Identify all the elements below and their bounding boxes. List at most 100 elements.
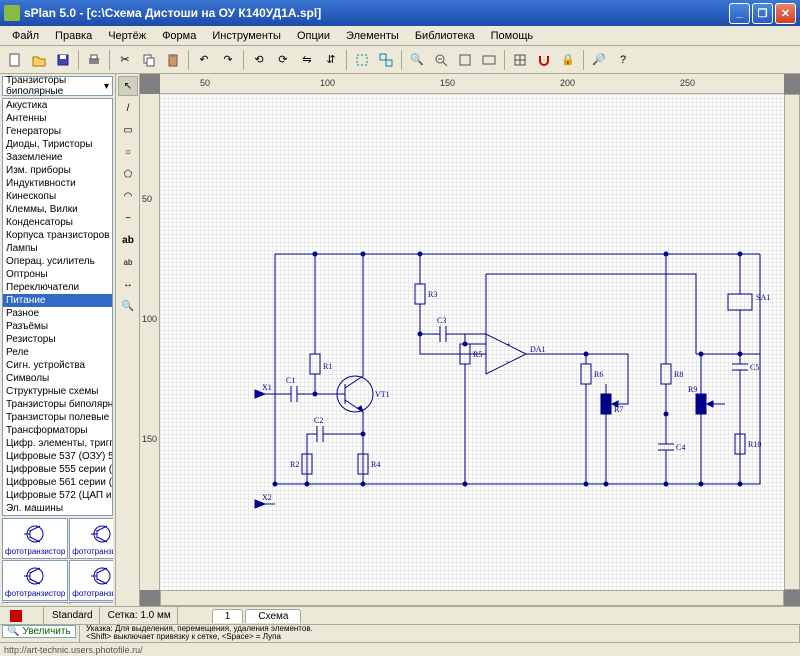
tool-zoom[interactable]: 🔍 xyxy=(118,296,138,316)
category-item[interactable]: Индуктивности xyxy=(3,177,112,190)
copy-button[interactable] xyxy=(138,49,160,71)
category-item[interactable]: Антенны xyxy=(3,112,112,125)
menu-tools[interactable]: Инструменты xyxy=(204,28,289,44)
paste-button[interactable] xyxy=(162,49,184,71)
component-label: фототранзистор xyxy=(5,547,65,556)
tool-polygon[interactable]: ⬠ xyxy=(118,164,138,184)
magnet-button[interactable] xyxy=(533,49,555,71)
menu-shape[interactable]: Форма xyxy=(154,28,204,44)
tool-curve[interactable]: ~ xyxy=(118,208,138,228)
print-button[interactable] xyxy=(83,49,105,71)
page-tab-1[interactable]: 1 xyxy=(212,609,244,623)
tool-text[interactable]: ab xyxy=(118,230,138,250)
tool-arc[interactable]: ◠ xyxy=(118,186,138,206)
chevron-down-icon: ▾ xyxy=(104,81,109,92)
tool-line[interactable]: / xyxy=(118,98,138,118)
scrollbar-vertical[interactable] xyxy=(784,94,800,590)
category-item[interactable]: Заземление xyxy=(3,151,112,164)
undo-button[interactable]: ↶ xyxy=(193,49,215,71)
component-cell[interactable]: переходный транзистор xyxy=(69,602,113,604)
category-item[interactable]: Разное xyxy=(3,307,112,320)
menu-options[interactable]: Опции xyxy=(289,28,338,44)
component-cell[interactable]: фототранзистор xyxy=(69,518,113,559)
canvas[interactable]: X1 C1 R1 VT1 C2 R2 xyxy=(160,94,784,590)
tool-dimension[interactable]: ↔ xyxy=(118,274,138,294)
svg-text:DA1: DA1 xyxy=(530,345,546,354)
component-cell[interactable]: фототранзистор xyxy=(2,518,68,559)
menu-drawing[interactable]: Чертёж xyxy=(100,28,154,44)
category-dropdown[interactable]: Транзисторы биполярные ▾ xyxy=(2,76,113,96)
category-item[interactable]: Цифр. элементы, триггеры xyxy=(3,437,112,450)
category-item[interactable]: Трансформаторы xyxy=(3,424,112,437)
ungroup-button[interactable] xyxy=(375,49,397,71)
category-item[interactable]: Цифровые 561 серии (КМОП) xyxy=(3,476,112,489)
category-item[interactable]: Питание xyxy=(3,294,112,307)
close-button[interactable]: ✕ xyxy=(775,3,796,24)
category-item[interactable]: Акустика xyxy=(3,99,112,112)
zoom-100-button[interactable] xyxy=(478,49,500,71)
svg-text:C1: C1 xyxy=(286,376,295,385)
open-button[interactable] xyxy=(28,49,50,71)
category-item[interactable]: Оптроны xyxy=(3,268,112,281)
rotate-right-button[interactable]: ⟳ xyxy=(272,49,294,71)
zoom-in-button[interactable]: 🔍 xyxy=(406,49,428,71)
category-item[interactable]: Резисторы xyxy=(3,333,112,346)
grid-button[interactable] xyxy=(509,49,531,71)
category-item[interactable]: Цифровые 537 (ОЗУ) 573 (ППЗУ) xyxy=(3,450,112,463)
menu-elements[interactable]: Элементы xyxy=(338,28,407,44)
component-cell[interactable]: одный транзистор xyxy=(2,602,68,604)
scrollbar-horizontal[interactable] xyxy=(160,590,784,606)
category-list[interactable]: АкустикаАнтенныГенераторыДиоды, Тиристор… xyxy=(2,98,113,516)
component-cell[interactable]: фототранзистор xyxy=(69,560,113,601)
zoom-fit-button[interactable] xyxy=(454,49,476,71)
menu-library[interactable]: Библиотека xyxy=(407,28,483,44)
category-item[interactable]: Сигн. устройства xyxy=(3,359,112,372)
category-item[interactable]: Разъёмы xyxy=(3,320,112,333)
group-button[interactable] xyxy=(351,49,373,71)
category-item[interactable]: Конденсаторы xyxy=(3,216,112,229)
minimize-button[interactable]: _ xyxy=(729,3,750,24)
category-item[interactable]: Генераторы xyxy=(3,125,112,138)
category-item[interactable]: Кинескопы xyxy=(3,190,112,203)
category-item[interactable]: Корпуса транзисторов xyxy=(3,229,112,242)
zoom-link[interactable]: 🔍 Увеличить xyxy=(2,625,76,638)
schematic-drawing: X1 C1 R1 VT1 C2 R2 xyxy=(160,94,800,594)
category-item[interactable]: Транзисторы биполярные xyxy=(3,398,112,411)
category-item[interactable]: Диоды, Тиристоры xyxy=(3,138,112,151)
flip-h-button[interactable]: ⇋ xyxy=(296,49,318,71)
tool-circle[interactable]: ○ xyxy=(118,142,138,162)
category-item[interactable]: Цифровые 555 серии (ТТЛ) xyxy=(3,463,112,476)
layer-chip[interactable] xyxy=(4,607,44,624)
category-item[interactable]: Переключатели xyxy=(3,281,112,294)
category-item[interactable]: Операц. усилитель xyxy=(3,255,112,268)
category-item[interactable]: Клеммы, Вилки xyxy=(3,203,112,216)
menu-help[interactable]: Помощь xyxy=(483,28,542,44)
help-button[interactable]: ? xyxy=(612,49,634,71)
tool-pointer[interactable]: ↖ xyxy=(118,76,138,96)
menu-edit[interactable]: Правка xyxy=(47,28,100,44)
flip-v-button[interactable]: ⇵ xyxy=(320,49,342,71)
category-item[interactable]: Лампы xyxy=(3,242,112,255)
search-button[interactable]: 🔎 xyxy=(588,49,610,71)
tool-text-small[interactable]: ab xyxy=(118,252,138,272)
redo-button[interactable]: ↷ xyxy=(217,49,239,71)
new-button[interactable] xyxy=(4,49,26,71)
category-item[interactable]: Изм. приборы xyxy=(3,164,112,177)
zoom-out-button[interactable] xyxy=(430,49,452,71)
component-cell[interactable]: фототранзистор xyxy=(2,560,68,601)
category-item[interactable]: Структурные схемы xyxy=(3,385,112,398)
category-item[interactable]: Цифровые 572 (ЦАП и АЦП) xyxy=(3,489,112,502)
cut-button[interactable]: ✂ xyxy=(114,49,136,71)
category-item[interactable]: Эл. машины xyxy=(3,502,112,515)
maximize-button[interactable]: ❐ xyxy=(752,3,773,24)
menu-file[interactable]: Файл xyxy=(4,28,47,44)
zoom-icon: 🔍 xyxy=(7,626,19,637)
category-item[interactable]: Реле xyxy=(3,346,112,359)
lock-button[interactable]: 🔒 xyxy=(557,49,579,71)
tool-rect[interactable]: ▭ xyxy=(118,120,138,140)
category-item[interactable]: Транзисторы полевые xyxy=(3,411,112,424)
page-tab-schema[interactable]: Схема xyxy=(245,609,301,623)
category-item[interactable]: Символы xyxy=(3,372,112,385)
rotate-left-button[interactable]: ⟲ xyxy=(248,49,270,71)
save-button[interactable] xyxy=(52,49,74,71)
